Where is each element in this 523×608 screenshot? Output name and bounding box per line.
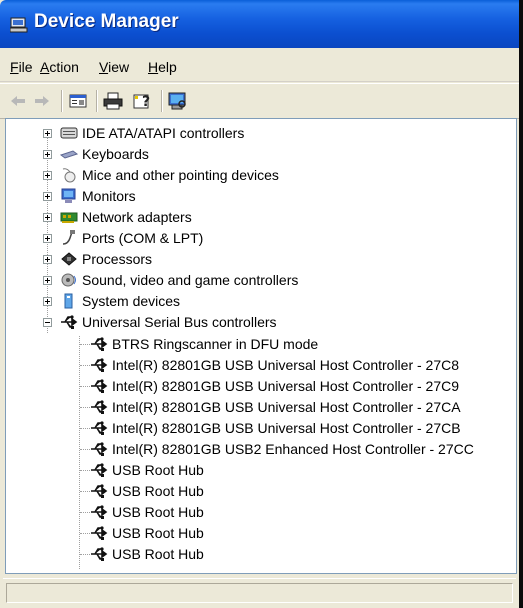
usb-device-icon	[90, 441, 108, 457]
usb-device-icon	[90, 399, 108, 415]
usb-device-icon	[90, 504, 108, 520]
tree-item-usb-device[interactable]: Intel(R) 82801GB USB Universal Host Cont…	[90, 397, 461, 417]
back-icon	[11, 96, 25, 106]
expand-plus-icon[interactable]	[43, 150, 52, 159]
usb-device-icon	[90, 336, 108, 352]
menu-action[interactable]: Action	[40, 59, 79, 75]
usb-device-icon	[90, 525, 108, 541]
tree-item-usb-device[interactable]: USB Root Hub	[90, 502, 204, 522]
expand-plus-icon[interactable]	[43, 129, 52, 138]
processor-icon	[60, 251, 78, 267]
tree-item-ports[interactable]: Ports (COM & LPT)	[43, 228, 203, 248]
back-button[interactable]	[8, 90, 28, 112]
toolbar-separator	[161, 90, 163, 112]
tree-item-usb-device[interactable]: USB Root Hub	[90, 544, 204, 564]
status-pane	[6, 583, 513, 603]
properties-icon	[69, 94, 87, 108]
tree-item-keyboards[interactable]: Keyboards	[43, 144, 149, 164]
tree-item-usb-device[interactable]: Intel(R) 82801GB USB Universal Host Cont…	[90, 418, 461, 438]
device-manager-window: Device Manager File Action View Help ? I…	[0, 0, 521, 608]
collapse-minus-icon[interactable]	[43, 318, 52, 327]
tree-item-usb-device[interactable]: BTRS Ringscanner in DFU mode	[90, 334, 318, 354]
scan-hardware-button[interactable]	[166, 90, 190, 112]
usb-device-icon	[90, 357, 108, 373]
svg-text:?: ?	[142, 94, 150, 110]
scan-hardware-icon	[168, 92, 186, 110]
print-icon	[103, 92, 123, 110]
tree-item-sound-video-game[interactable]: Sound, video and game controllers	[43, 270, 298, 290]
tree-item-usb-device[interactable]: Intel(R) 82801GB USB Universal Host Cont…	[90, 376, 459, 396]
monitor-icon	[60, 188, 78, 204]
tree-item-usb-device[interactable]: USB Root Hub	[90, 481, 204, 501]
expand-plus-icon[interactable]	[43, 276, 52, 285]
expand-plus-icon[interactable]	[43, 234, 52, 243]
title-bar[interactable]: Device Manager	[0, 0, 519, 48]
menu-help[interactable]: Help	[148, 59, 177, 75]
tree-item-processors[interactable]: Processors	[43, 249, 152, 269]
usb-device-icon	[90, 483, 108, 499]
network-adapter-icon	[60, 209, 78, 225]
device-tree[interactable]: IDE ATA/ATAPI controllers Keyboards Mice…	[5, 118, 517, 574]
help-icon: ?	[133, 94, 150, 110]
tree-item-usb-device[interactable]: USB Root Hub	[90, 523, 204, 543]
expand-plus-icon[interactable]	[43, 192, 52, 201]
toolbar-separator	[96, 90, 98, 112]
ide-controller-icon	[60, 125, 78, 141]
expand-plus-icon[interactable]	[43, 297, 52, 306]
device-manager-app-icon	[9, 17, 28, 33]
tree-item-ide-ata-atapi-controllers[interactable]: IDE ATA/ATAPI controllers	[43, 123, 244, 143]
tree-item-usb-device[interactable]: Intel(R) 82801GB USB Universal Host Cont…	[90, 355, 459, 375]
usb-device-icon	[90, 420, 108, 436]
forward-icon	[35, 96, 49, 106]
expand-plus-icon[interactable]	[43, 213, 52, 222]
status-bar	[3, 578, 516, 607]
sound-icon	[60, 272, 78, 288]
tree-item-usb-device[interactable]: USB Root Hub	[90, 460, 204, 480]
properties-button[interactable]	[66, 90, 90, 112]
forward-button[interactable]	[32, 90, 52, 112]
menu-view[interactable]: View	[99, 59, 129, 75]
usb-icon	[60, 314, 78, 330]
tree-item-usb-controllers[interactable]: Universal Serial Bus controllers	[43, 312, 277, 332]
help-button[interactable]: ?	[131, 90, 155, 112]
toolbar: ?	[0, 83, 519, 119]
print-button[interactable]	[101, 90, 125, 112]
menu-file[interactable]: File	[10, 59, 33, 75]
toolbar-separator	[61, 90, 63, 112]
tree-item-mice[interactable]: Mice and other pointing devices	[43, 165, 279, 185]
keyboard-icon	[59, 146, 79, 162]
usb-device-icon	[90, 462, 108, 478]
tree-item-network-adapters[interactable]: Network adapters	[43, 207, 192, 227]
usb-device-icon	[90, 378, 108, 394]
tree-item-system-devices[interactable]: System devices	[43, 291, 180, 311]
port-icon	[60, 230, 78, 246]
menu-bar: File Action View Help	[0, 51, 519, 82]
expand-plus-icon[interactable]	[43, 255, 52, 264]
usb-device-icon	[90, 546, 108, 562]
expand-plus-icon[interactable]	[43, 171, 52, 180]
tree-item-usb-device[interactable]: Intel(R) 82801GB USB2 Enhanced Host Cont…	[90, 439, 474, 459]
tree-item-monitors[interactable]: Monitors	[43, 186, 136, 206]
system-device-icon	[60, 293, 78, 309]
mouse-icon	[60, 167, 78, 183]
window-title: Device Manager	[34, 11, 179, 32]
